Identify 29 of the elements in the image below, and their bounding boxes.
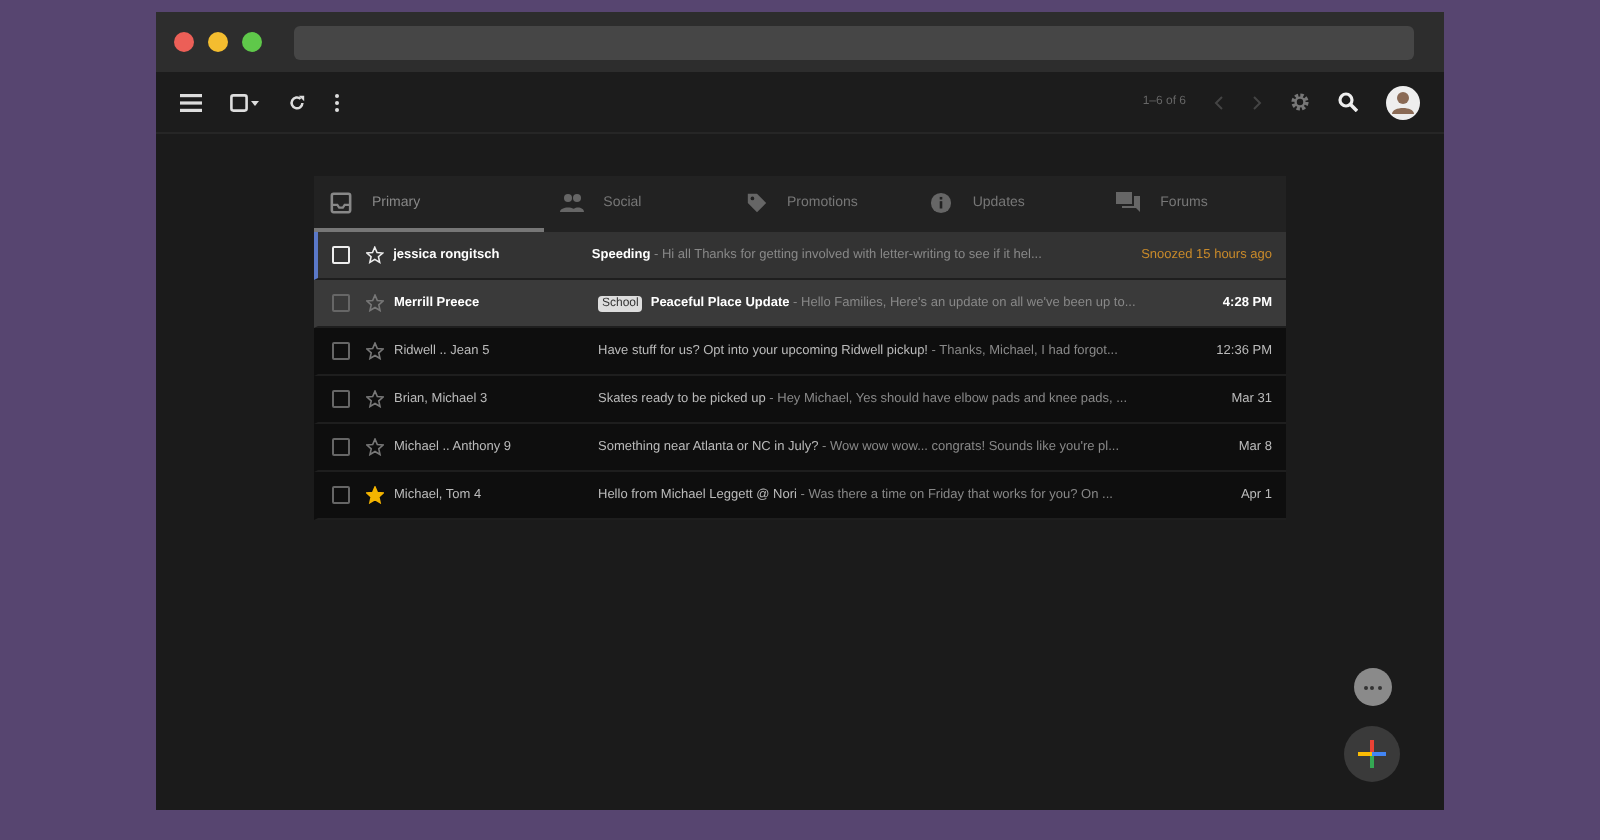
refresh-icon[interactable] <box>288 93 306 111</box>
minimize-icon[interactable] <box>208 32 228 52</box>
checkbox[interactable] <box>332 294 350 312</box>
star-icon[interactable] <box>366 486 384 504</box>
settings-icon[interactable] <box>1290 92 1310 112</box>
person-silhouette-icon <box>1392 90 1414 114</box>
checkbox[interactable] <box>332 486 350 504</box>
maximize-icon[interactable] <box>242 32 262 52</box>
tag-icon <box>745 191 767 213</box>
search-icon[interactable] <box>1338 92 1358 112</box>
checkbox[interactable] <box>332 390 350 408</box>
checkbox[interactable] <box>332 342 350 360</box>
more-icon[interactable] <box>334 93 340 111</box>
compose-button[interactable] <box>1344 726 1400 782</box>
more-button[interactable] <box>1353 668 1391 706</box>
avatar[interactable] <box>1386 85 1420 119</box>
menu-icon[interactable] <box>180 93 202 111</box>
checkbox[interactable] <box>332 438 350 456</box>
star-icon[interactable] <box>366 438 384 456</box>
star-icon[interactable] <box>366 342 384 360</box>
star-icon[interactable] <box>366 294 384 312</box>
info-icon <box>930 191 953 213</box>
plus-icon <box>1358 740 1386 768</box>
star-icon[interactable] <box>366 390 384 408</box>
chat-icon <box>1116 191 1141 213</box>
close-icon[interactable] <box>174 32 194 52</box>
select-checkbox-icon[interactable] <box>230 93 260 111</box>
people-icon <box>559 192 584 212</box>
inbox-icon <box>330 191 352 213</box>
